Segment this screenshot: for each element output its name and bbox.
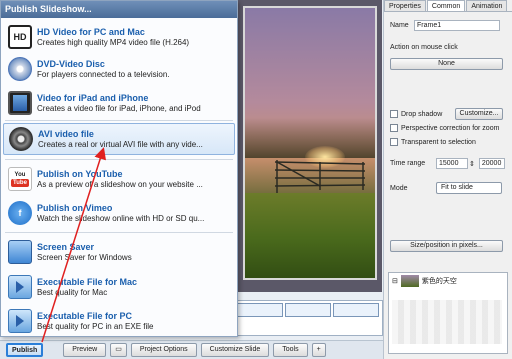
transparent-checkbox[interactable]	[390, 138, 398, 146]
project-options-button[interactable]: Project Options	[130, 343, 197, 357]
tab-properties[interactable]: Properties	[384, 0, 426, 11]
tree-item-label: 紫色的天空	[421, 278, 457, 285]
drop-shadow-checkbox[interactable]	[390, 110, 398, 118]
vimeo-icon: f	[8, 201, 32, 225]
window-button[interactable]: ▭	[110, 343, 127, 357]
time-start-field[interactable]: 15000	[436, 158, 468, 169]
menu-item-dvd[interactable]: DVD-Video Disc For players connected to a…	[3, 53, 235, 85]
menu-item-youtube[interactable]: You Tube Publish on YouTube As a preview o…	[3, 163, 235, 195]
tools-button[interactable]: Tools	[273, 343, 308, 357]
blurred-area	[392, 300, 502, 344]
youtube-icon: You Tube	[8, 167, 32, 191]
menu-item-ipad[interactable]: Video for iPad and iPhone Creates a video…	[3, 87, 235, 119]
timeline-slot[interactable]	[285, 303, 331, 317]
window-icon: ▭	[115, 346, 122, 353]
timeline-slot[interactable]	[237, 303, 283, 317]
panel-tabs: Properties Common Animation	[384, 0, 512, 12]
menu-separator	[5, 232, 233, 233]
gate-image	[274, 160, 366, 194]
ipad-iphone-icon	[8, 91, 32, 115]
preview-button[interactable]: Preview	[63, 343, 107, 357]
expand-icon[interactable]: ⊟	[392, 277, 398, 285]
menu-title: Publish Slideshow...	[1, 1, 237, 18]
perspective-checkbox[interactable]	[390, 124, 398, 132]
menu-separator	[5, 159, 233, 160]
action-button[interactable]: None	[390, 58, 503, 70]
timeline-slot[interactable]	[333, 303, 379, 317]
action-label: Action on mouse click	[390, 44, 458, 51]
screen-saver-icon	[8, 240, 32, 264]
menu-item-exe-mac[interactable]: Executable File for Mac Best quality for …	[3, 271, 235, 303]
menu-separator	[5, 120, 233, 121]
mode-label: Mode	[390, 184, 408, 192]
hd-video-icon: HD	[8, 25, 32, 49]
time-spin-icon[interactable]: ⇕	[469, 160, 475, 168]
transparent-label: Transparent to selection	[401, 138, 476, 146]
menu-item-avi[interactable]: AVI video file Creates a real or virtual …	[3, 123, 235, 155]
pc-executable-icon	[8, 309, 32, 333]
size-position-button[interactable]: Size/position in pixels...	[390, 240, 503, 252]
perspective-label: Perspective correction for zoom	[401, 124, 500, 132]
drop-shadow-label: Drop shadow	[401, 110, 443, 118]
menu-item-screen-saver[interactable]: Screen Saver Screen Saver for Windows	[3, 236, 235, 268]
thumbnail-image	[400, 275, 419, 287]
mac-executable-icon	[8, 275, 32, 299]
customize-slide-button[interactable]: Customize Slide	[200, 343, 270, 357]
time-end-field[interactable]: 20000	[478, 158, 505, 169]
menu-item-hd-video[interactable]: HD HD Video for PC and Mac Creates high q…	[3, 21, 235, 53]
mode-select[interactable]: Fit to slide	[436, 182, 502, 194]
avi-film-icon	[9, 127, 33, 151]
menu-item-vimeo[interactable]: f Publish on Vimeo Watch the slideshow on…	[3, 197, 235, 229]
menu-item-exe-pc[interactable]: Executable File for PC Best quality for P…	[3, 305, 235, 337]
bottom-toolbar: Publish Preview ▭ Project Options Custom…	[0, 340, 383, 359]
slide-photo[interactable]	[243, 6, 377, 280]
timeline[interactable]	[232, 300, 383, 336]
tab-common[interactable]: Common	[426, 0, 466, 11]
publish-menu: Publish Slideshow... HD HD Video for PC …	[0, 0, 238, 337]
customize-button[interactable]: Customize...	[455, 108, 503, 120]
dvd-disc-icon	[8, 57, 32, 81]
tree-item[interactable]: ⊟ 紫色的天空	[389, 273, 507, 289]
name-label: Name	[390, 22, 409, 29]
mode-value: Fit to slide	[441, 184, 473, 191]
time-range-label: Time range	[390, 160, 426, 167]
publish-button[interactable]: Publish	[6, 343, 44, 357]
add-button[interactable]: +	[311, 343, 326, 357]
name-field[interactable]: Frame1	[414, 20, 500, 31]
tab-animation[interactable]: Animation	[466, 0, 508, 11]
